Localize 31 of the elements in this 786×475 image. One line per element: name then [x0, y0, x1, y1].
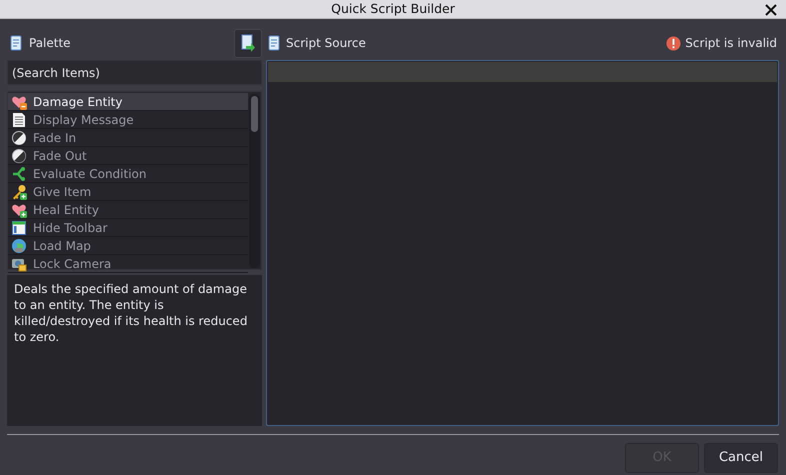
key-icon — [11, 184, 27, 200]
list-item[interactable]: Damage Entity — [8, 93, 248, 111]
list-item[interactable]: Fade Out — [8, 147, 248, 165]
document-icon — [11, 112, 27, 128]
list-item[interactable]: Give Item — [8, 183, 248, 201]
list-item[interactable]: Lock Camera — [8, 255, 248, 273]
list-item[interactable]: Display Message — [8, 111, 248, 129]
window-title: Quick Script Builder — [331, 0, 455, 18]
script-scroll-icon — [266, 35, 282, 51]
half-circle-icon — [11, 130, 27, 146]
half-circle-icon — [11, 148, 27, 164]
error-icon — [666, 36, 682, 50]
status-text: Script is invalid — [685, 35, 778, 52]
description-text: Deals the specified amount of damage to an entity. The entity is killed/destroyed if its health is reduced to zero. — [14, 281, 248, 345]
scrollbar[interactable] — [249, 94, 260, 268]
send-to-script-button[interactable] — [234, 28, 262, 58]
branch-icon — [11, 166, 27, 182]
window-icon — [11, 220, 27, 236]
palette-scroll-icon — [8, 35, 24, 51]
globe-icon — [11, 238, 27, 254]
close-icon[interactable] — [765, 4, 777, 16]
list-item[interactable]: Fade In — [8, 129, 248, 147]
list-item[interactable]: Load Map — [8, 237, 248, 255]
search-field[interactable]: (Search Items) — [7, 60, 262, 85]
panel-title: Script Source — [286, 35, 366, 52]
list-item[interactable]: Heal Entity — [8, 201, 248, 219]
document-arrow-icon — [240, 34, 256, 52]
panel-title: Palette — [29, 35, 71, 52]
cancel-button[interactable]: Cancel — [704, 443, 778, 473]
list-item[interactable]: Evaluate Condition — [8, 165, 248, 183]
list-item[interactable]: Hide Toolbar — [8, 219, 248, 237]
